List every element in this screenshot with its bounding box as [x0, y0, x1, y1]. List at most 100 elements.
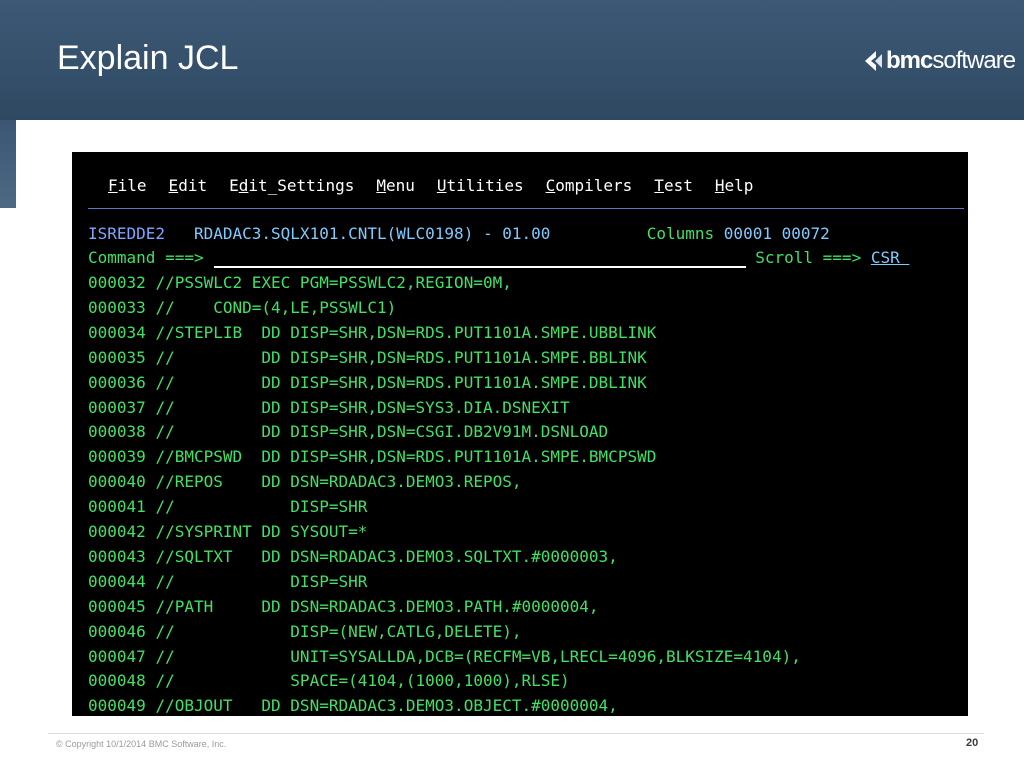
menu-separator — [88, 208, 964, 209]
jcl-line[interactable]: 000032 //PSSWLC2 EXEC PGM=PSSWLC2,REGION… — [88, 271, 964, 295]
menu-item-label: est — [663, 176, 693, 195]
columns-to: 00072 — [781, 224, 830, 243]
logo-rest-text: software — [932, 47, 1016, 74]
jcl-line[interactable]: 000048 // SPACE=(4104,(1000,1000),RLSE) — [88, 669, 964, 693]
bmc-logo: bmcsoftware — [862, 44, 1016, 78]
page-number: 20 — [966, 737, 979, 749]
jcl-line[interactable]: 000046 // DISP=(NEW,CATLG,DELETE), — [88, 620, 964, 644]
line-number: 000047 — [88, 646, 146, 666]
line-number: 000048 — [88, 671, 146, 691]
jcl-line[interactable]: 000045 //PATH DD DSN=RDADAC3.DEMO3.PATH.… — [88, 595, 964, 619]
jcl-line[interactable]: 000047 // UNIT=SYSALLDA,DCB=(RECFM=VB,LR… — [88, 645, 964, 669]
menu-item-mnemonic: U — [436, 176, 447, 195]
menu-item-mnemonic: d — [238, 176, 249, 195]
line-text: //BMCPSWD DD DISP=SHR,DSN=RDS.PUT1101A.S… — [155, 447, 657, 467]
line-number: 000046 — [88, 621, 146, 641]
line-number: 000036 — [88, 372, 146, 392]
line-text: //PSSWLC2 EXEC PGM=PSSWLC2,REGION=0M, — [155, 273, 512, 292]
line-number: 000038 — [88, 422, 146, 442]
command-line: Command ===> Scroll ===> CSR — [88, 246, 964, 270]
line-number: 000033 — [88, 297, 146, 317]
menu-item-label: ile — [117, 176, 147, 195]
menu-item[interactable]: Edit — [169, 174, 208, 198]
line-number: 000035 — [88, 347, 146, 367]
jcl-line[interactable]: 000044 // DISP=SHR — [88, 570, 964, 594]
jcl-line[interactable]: 000038 // DD DISP=SHR,DSN=CSGI.DB2V91M.D… — [88, 420, 964, 444]
line-text: //SYSPRINT DD SYSOUT=* — [155, 522, 368, 541]
menu-item[interactable]: Menu — [376, 174, 415, 198]
line-number: 000037 — [88, 397, 146, 417]
line-text: // DD DISP=SHR,DSN=CSGI.DB2V91M.DSNLOAD — [155, 422, 609, 442]
line-text: // SPACE=(4104,(1000,1000),RLSE) — [155, 671, 570, 691]
columns-label: Columns — [646, 224, 715, 243]
jcl-line[interactable]: 000034 //STEPLIB DD DISP=SHR,DSN=RDS.PUT… — [88, 321, 964, 345]
line-number: 000044 — [88, 571, 146, 591]
jcl-line[interactable]: 000043 //SQLTXT DD DSN=RDADAC3.DEMO3.SQL… — [88, 545, 964, 569]
line-text: // DD DISP=SHR,DSN=RDS.PUT1101A.SMPE.BBL… — [155, 347, 647, 367]
jcl-line[interactable]: 000041 // DISP=SHR — [88, 495, 964, 519]
line-text: // DISP=SHR — [155, 571, 368, 591]
line-number: 000032 — [88, 273, 146, 292]
menu-item-mnemonic: F — [108, 176, 118, 195]
menu-item-label: enu — [385, 176, 415, 195]
scroll-input[interactable]: CSR — [871, 248, 910, 267]
line-text: //STEPLIB DD DISP=SHR,DSN=RDS.PUT1101A.S… — [155, 322, 657, 342]
line-number: 000043 — [88, 546, 146, 566]
menu-item-mnemonic: M — [376, 176, 386, 195]
jcl-line[interactable]: 000049 //OBJOUT DD DSN=RDADAC3.DEMO3.OBJ… — [88, 694, 964, 716]
line-text: // DD DISP=SHR,DSN=SYS3.DIA.DSNEXIT — [155, 397, 570, 417]
bmc-logo-wordmark: bmcsoftware — [886, 47, 1016, 75]
line-text: // COND=(4,LE,PSSWLC1) — [155, 297, 397, 317]
ispf-terminal-window: File Edit Edit_Settings Menu Utilities Compil… — [72, 152, 968, 716]
panel-id: ISREDDE2 — [88, 224, 166, 243]
ispf-menu-bar: File Edit Edit_Settings Menu Utilities Compil… — [108, 174, 775, 198]
menu-item-mnemonic: E — [168, 176, 179, 195]
menu-item[interactable]: File — [108, 174, 147, 198]
line-number: 000041 — [88, 497, 146, 517]
jcl-line[interactable]: 000042 //SYSPRINT DD SYSOUT=* — [88, 520, 964, 544]
menu-item[interactable]: Edit_Settings — [229, 174, 354, 198]
menu-item[interactable]: Utilities — [437, 174, 524, 198]
jcl-line[interactable]: 000035 // DD DISP=SHR,DSN=RDS.PUT1101A.S… — [88, 346, 964, 370]
line-number: 000040 — [88, 472, 146, 492]
menu-item-label: dit — [178, 176, 208, 195]
panel-info-line: ISREDDE2 RDADAC3.SQLX101.CNTL(WLC0198) -… — [88, 222, 964, 246]
line-text: //SQLTXT DD DSN=RDADAC3.DEMO3.SQLTXT.#00… — [155, 546, 618, 566]
menu-item-label: it_Settings — [248, 176, 355, 195]
line-text: // UNIT=SYSALLDA,DCB=(RECFM=VB,LRECL=409… — [155, 646, 801, 666]
dataset-name: RDADAC3.SQLX101.CNTL(WLC0198) - 01.00 — [193, 224, 551, 243]
bmc-logo-icon — [865, 51, 882, 71]
menu-item-label: ompilers — [555, 176, 633, 195]
footer-rule — [48, 733, 984, 734]
line-text: // DISP=SHR — [155, 497, 368, 517]
jcl-line[interactable]: 000036 // DD DISP=SHR,DSN=RDS.PUT1101A.S… — [88, 371, 964, 395]
left-accent-bar — [0, 120, 16, 208]
command-label: Command ===> — [88, 248, 204, 267]
line-number: 000034 — [88, 322, 146, 342]
line-text: //REPOS DD DSN=RDADAC3.DEMO3.REPOS, — [155, 472, 522, 492]
line-text: //OBJOUT DD DSN=RDADAC3.DEMO3.OBJECT.#00… — [155, 696, 618, 716]
menu-item-mnemonic: C — [545, 176, 556, 195]
menu-item-label: elp — [724, 176, 754, 195]
line-number: 000039 — [88, 447, 146, 467]
menu-item-label: tilities — [446, 176, 524, 195]
line-number: 000042 — [88, 522, 146, 541]
menu-item[interactable]: Test — [654, 174, 693, 198]
jcl-line[interactable]: 000037 // DD DISP=SHR,DSN=SYS3.DIA.DSNEX… — [88, 396, 964, 420]
line-text: // DD DISP=SHR,DSN=RDS.PUT1101A.SMPE.DBL… — [155, 372, 647, 392]
menu-item-prefix: E — [229, 176, 239, 195]
jcl-line[interactable]: 000039 //BMCPSWD DD DISP=SHR,DSN=RDS.PUT… — [88, 445, 964, 469]
logo-bold-text: bmc — [886, 47, 933, 74]
line-number: 000049 — [88, 696, 146, 716]
line-text: //PATH DD DSN=RDADAC3.DEMO3.PATH.#000000… — [155, 596, 599, 616]
slide-title: Explain JCL — [57, 39, 239, 77]
menu-item-mnemonic: T — [654, 176, 664, 195]
scroll-label: Scroll ===> — [755, 248, 862, 267]
menu-item[interactable]: Compilers — [546, 174, 633, 198]
jcl-line[interactable]: 000040 //REPOS DD DSN=RDADAC3.DEMO3.REPO… — [88, 470, 964, 494]
line-text: // DISP=(NEW,CATLG,DELETE), — [155, 621, 522, 641]
command-input[interactable] — [213, 246, 746, 268]
menu-item[interactable]: Help — [715, 174, 754, 198]
line-number: 000045 — [88, 596, 146, 616]
jcl-line[interactable]: 000033 // COND=(4,LE,PSSWLC1) — [88, 296, 964, 320]
